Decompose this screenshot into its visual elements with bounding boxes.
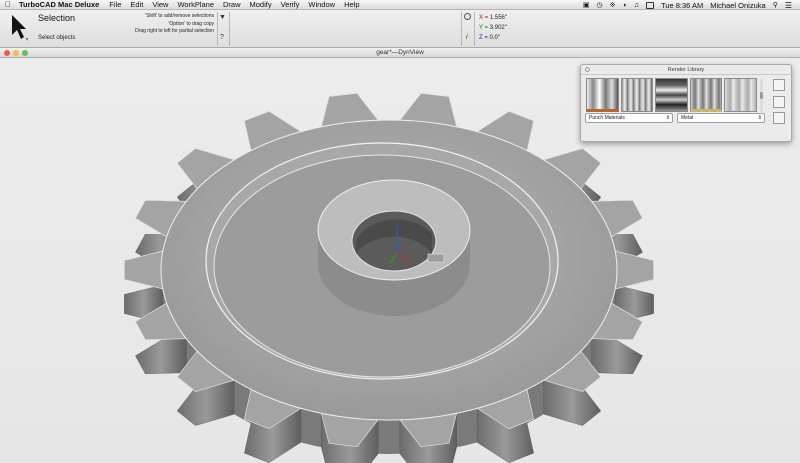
app-menu[interactable]: TurboCAD Mac Deluxe — [19, 0, 99, 9]
y-label: Y = — [479, 25, 489, 31]
divider — [474, 12, 475, 46]
dropbox-icon[interactable]: ▣ — [583, 1, 590, 9]
material-thumb-steel[interactable] — [655, 78, 688, 112]
menu-modify[interactable]: Modify — [250, 0, 272, 9]
selection-arrow-icon — [12, 15, 28, 41]
render-library-title: Render Library — [667, 67, 705, 73]
help-button[interactable]: ? — [220, 34, 224, 41]
info-button[interactable]: i — [466, 34, 468, 41]
material-thumb-aluminum[interactable] — [724, 78, 757, 112]
gear-tooth-top — [124, 250, 164, 290]
material-select[interactable]: Metal ⇕ — [677, 113, 765, 123]
material-thumb-chrome[interactable] — [620, 78, 654, 112]
tool-hints: 'Shift' to add/remove selections 'Option… — [135, 13, 214, 36]
hint-drag: Drag right to left for partial selection — [135, 28, 214, 35]
snap-circle-icon[interactable] — [464, 13, 471, 20]
bluetooth-icon[interactable]: ※ — [610, 1, 616, 9]
spotlight-icon[interactable]: ⚲ — [773, 1, 778, 9]
time-machine-icon[interactable]: ◷ — [597, 1, 603, 9]
panel-close-button[interactable] — [585, 67, 590, 72]
chevron-down-icon: ⇕ — [757, 115, 762, 121]
gear-tooth-top — [614, 250, 654, 290]
chevron-down-icon: ⇕ — [665, 115, 670, 121]
material-editor-icon[interactable] — [773, 96, 785, 108]
volume-icon[interactable]: ♫ — [634, 2, 639, 9]
y-value: 3.902" — [489, 25, 507, 31]
battery-icon[interactable] — [645, 1, 654, 9]
menu-draw[interactable]: Draw — [223, 0, 241, 9]
wifi-icon[interactable]: ◖ — [623, 2, 627, 9]
category-select[interactable]: Punch Materials ⇕ — [585, 113, 673, 123]
render-library-panel: Render Library Punch Materials ⇕ Metal ⇕ — [580, 64, 792, 142]
keyway — [427, 253, 445, 263]
scroll-thumb[interactable] — [760, 92, 763, 99]
notification-icon[interactable]: ☰ — [785, 1, 792, 10]
divider — [461, 12, 462, 46]
apple-menu-icon[interactable]:  — [5, 0, 13, 9]
material-value: Metal — [681, 115, 694, 121]
document-title: gear*—DynView — [376, 49, 424, 56]
menu-view[interactable]: View — [152, 0, 168, 9]
tool-subtitle: Select objects — [38, 35, 76, 41]
document-titlebar: gear*—DynView — [0, 48, 800, 58]
tool-title: Selection — [38, 13, 76, 23]
hint-option: 'Option' to drag copy — [168, 20, 214, 27]
menu-edit[interactable]: Edit — [130, 0, 143, 9]
user-menu[interactable]: Michael Onizuka — [710, 1, 765, 10]
x-value: 1.556" — [489, 15, 508, 21]
thumbnail-scrollbar[interactable] — [760, 78, 763, 112]
menu-verify[interactable]: Verify — [281, 0, 300, 9]
menu-help[interactable]: Help — [344, 0, 359, 9]
material-thumb-copper[interactable] — [586, 78, 619, 112]
menu-window[interactable]: Window — [308, 0, 335, 9]
status-area: ▣ ◷ ※ ◖ ♫ Tue 8:36 AM Michael Onizuka ⚲ … — [583, 0, 792, 10]
material-thumb-brass[interactable] — [689, 78, 723, 112]
divider — [229, 12, 230, 46]
z-label: Z = — [479, 35, 488, 41]
paint-material-icon[interactable] — [773, 79, 785, 91]
x-label: X = — [479, 15, 489, 21]
render-library-header: Render Library — [581, 65, 791, 75]
menu-workplane[interactable]: WorkPlane — [177, 0, 214, 9]
divider — [217, 12, 218, 46]
clock[interactable]: Tue 8:36 AM — [661, 1, 703, 10]
category-value: Punch Materials — [589, 115, 625, 121]
delete-material-icon[interactable] — [773, 112, 785, 124]
pin-button[interactable]: ▼ — [219, 14, 226, 21]
inspector-bar: Selection Select objects 'Shift' to add/… — [0, 10, 800, 48]
hint-shift: 'Shift' to add/remove selections — [145, 13, 214, 19]
menu-file[interactable]: File — [109, 0, 121, 9]
menu-bar:  TurboCAD Mac Deluxe File Edit View Wor… — [0, 0, 800, 10]
z-value: 0.0" — [489, 35, 500, 41]
material-thumbnails — [586, 78, 757, 112]
coordinate-readout: X = 1.556" Y = 3.902" Z = 0.0" — [479, 13, 507, 43]
